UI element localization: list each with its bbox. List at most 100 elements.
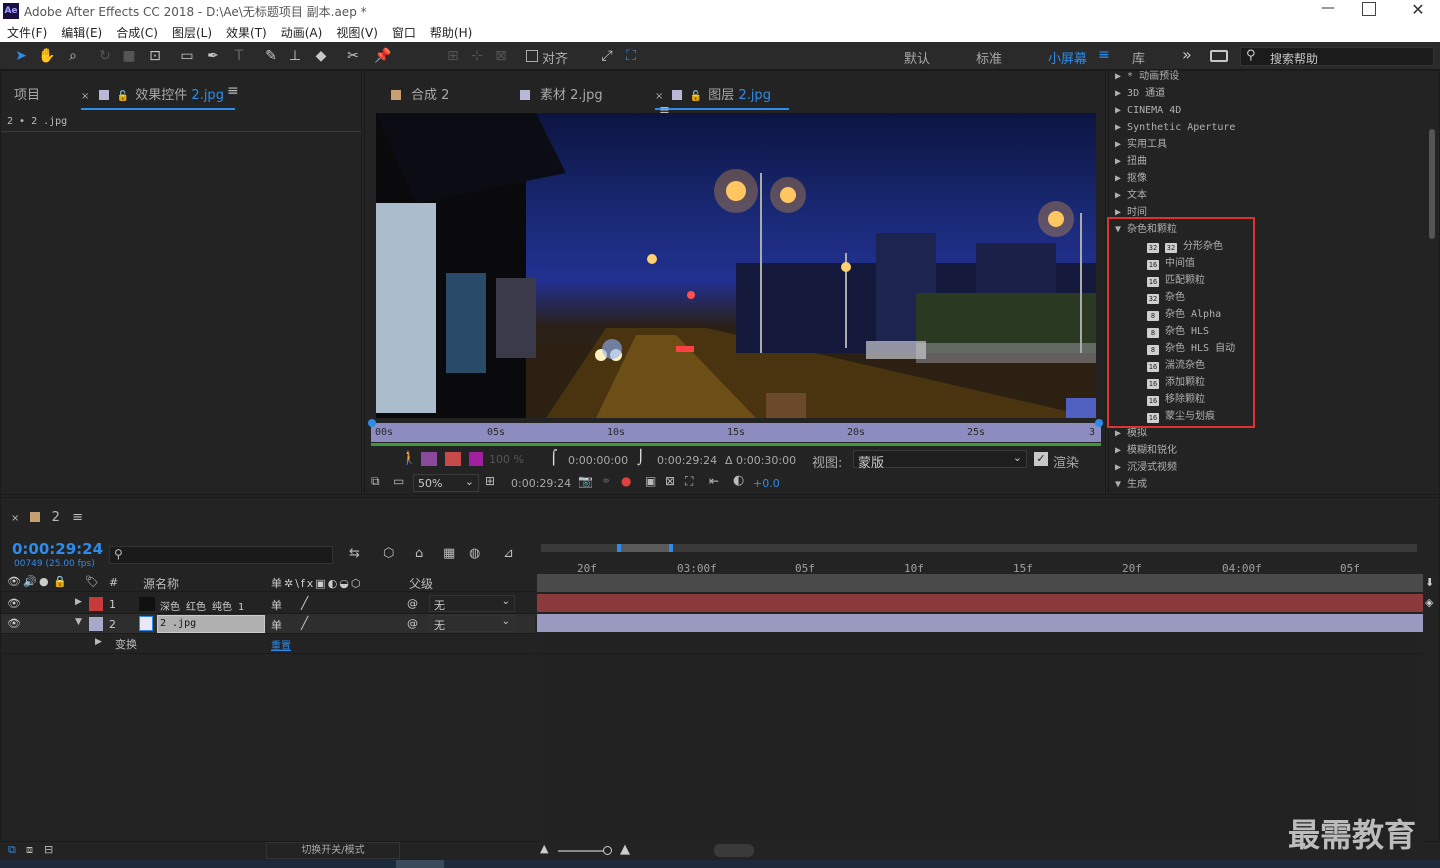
effect-category[interactable]: ▶ 文本 <box>1115 187 1435 204</box>
menu-composition[interactable]: 合成(C) <box>109 22 165 41</box>
work-area-track[interactable] <box>537 574 1423 592</box>
in-point-icon[interactable]: ⌠ <box>550 450 557 466</box>
exposure-icon[interactable]: ◐ <box>733 473 744 488</box>
reset-link[interactable]: 重置 <box>271 637 291 652</box>
channels-icon[interactable]: ● <box>621 474 631 488</box>
menu-animation[interactable]: 动画(A) <box>274 22 330 41</box>
layer-row-1[interactable]: 👁 ▶ 1 深色 红色 纯色 1 单 ╱ @ 无 ⌄ <box>1 594 535 614</box>
help-search-box[interactable]: ⚲ 搜索帮助 <box>1240 47 1434 66</box>
frame-blending-icon[interactable]: ▦ <box>443 546 455 561</box>
workspace-menu-icon[interactable]: ≡ <box>1098 47 1110 63</box>
motion-path-icon[interactable] <box>445 452 461 466</box>
show-snapshot-icon[interactable]: ⚭ <box>601 474 611 488</box>
snap-grid-icon[interactable]: ⛶ <box>622 47 640 65</box>
eraser-tool-icon[interactable]: ◆ <box>312 47 330 65</box>
workspace-default[interactable]: 默认 <box>904 48 930 67</box>
taskbar-item[interactable] <box>396 860 444 868</box>
lock-icon[interactable]: 🔓 <box>117 91 129 102</box>
zoom-dropdown[interactable]: 50% ⌄ <box>413 474 479 492</box>
parent-dropdown[interactable]: 无 ⌄ <box>429 615 515 632</box>
workspace-library[interactable]: 库 <box>1132 48 1145 67</box>
effects-scrollbar[interactable] <box>1429 129 1435 239</box>
navigator-range[interactable] <box>617 544 673 552</box>
time-in[interactable]: 0:00:00:00 <box>568 454 628 467</box>
zoom-slider-handle[interactable] <box>603 846 612 855</box>
panel-menu-icon[interactable]: ≡ <box>227 83 239 99</box>
region-of-interest-icon[interactable]: ▣ <box>645 474 656 488</box>
time-out[interactable]: 0:00:29:24 <box>657 454 717 467</box>
work-area-bar[interactable] <box>371 443 1101 446</box>
comp-button-icon[interactable]: ⬇ <box>1425 576 1434 589</box>
workspace-small-screen[interactable]: 小屏幕 <box>1048 48 1087 67</box>
composition-flowchart-icon[interactable]: ⇆ <box>349 546 360 561</box>
pickwhip-icon[interactable]: @ <box>407 597 418 610</box>
shy-layers-icon[interactable]: ⌂ <box>415 546 423 561</box>
menu-help[interactable]: 帮助(H) <box>423 22 479 41</box>
layer-preview-image[interactable] <box>376 113 1096 418</box>
tab-close-icon[interactable]: × <box>81 91 89 102</box>
effect-category[interactable]: ▶ 3D 通道 <box>1115 85 1435 102</box>
menu-file[interactable]: 文件(F) <box>0 22 54 41</box>
camera-snapshot-icon[interactable]: 📷 <box>578 474 593 488</box>
layer-row-2[interactable]: 👁 ▼ 2 2 .jpg 单 ╱ @ 无 ⌄ <box>1 614 535 634</box>
in-out-icon[interactable]: ⊟ <box>44 843 53 856</box>
onion-skin-icon[interactable] <box>421 452 437 466</box>
timeline-ruler[interactable]: 20f 03:00f 05f 10f 15f 20f 04:00f 05f <box>537 552 1423 575</box>
quality-switch[interactable]: ╱ <box>301 616 308 630</box>
selection-tool-icon[interactable]: ➤ <box>12 47 30 65</box>
zoom-slider[interactable] <box>558 850 608 852</box>
expand-arrow-icon[interactable]: ▶ <box>75 597 82 607</box>
rectangle-tool-icon[interactable]: ▭ <box>178 47 196 65</box>
effect-category[interactable]: ▶ 实用工具 <box>1115 136 1435 153</box>
fit-icon[interactable]: ⊞ <box>485 474 495 488</box>
graph-editor-icon[interactable]: ⊿ <box>503 546 514 561</box>
timecode[interactable]: 0:00:29:24 <box>12 540 103 558</box>
help-search-input[interactable]: 搜索帮助 <box>1270 50 1318 67</box>
tab-close-icon[interactable]: × <box>11 513 19 524</box>
layer-switches-icon[interactable]: ⧉ <box>8 843 16 857</box>
axis-local-icon[interactable]: ⊞ <box>444 47 462 65</box>
horizontal-scrollbar[interactable] <box>714 844 754 857</box>
maximize-icon[interactable] <box>1362 2 1376 16</box>
expand-arrow-icon[interactable]: ▶ <box>95 637 102 647</box>
effect-category[interactable]: ▶ * 动画预设 <box>1115 68 1435 85</box>
layer-label-color[interactable] <box>89 597 103 611</box>
layer-name[interactable]: 深色 红色 纯色 1 <box>160 598 244 613</box>
layer-2-bar[interactable] <box>537 614 1423 632</box>
roto-brush-tool-icon[interactable]: ✂ <box>344 47 362 65</box>
axis-view-icon[interactable]: ⊠ <box>492 47 510 65</box>
panel-menu-icon[interactable]: ≡ <box>72 510 83 525</box>
timeline-tab[interactable]: × 2 ≡ <box>11 510 83 525</box>
type-tool-icon[interactable]: T <box>230 47 248 65</box>
menu-edit[interactable]: 编辑(E) <box>54 22 109 41</box>
close-icon[interactable]: ✕ <box>1408 0 1428 22</box>
tab-footage[interactable]: 素材 2.jpg <box>520 84 603 103</box>
camera-tool-icon[interactable]: ■ <box>120 47 138 65</box>
eye-icon[interactable]: 👁 <box>7 597 21 610</box>
menu-effect[interactable]: 效果(T) <box>219 22 274 41</box>
shy-switch[interactable]: 单 <box>271 597 282 613</box>
exposure-value[interactable]: +0.0 <box>753 477 780 490</box>
transparency-grid-icon[interactable]: ⊠ <box>665 474 675 488</box>
layer-label-color[interactable] <box>89 617 103 631</box>
in-point-marker[interactable] <box>368 419 376 427</box>
effect-category[interactable]: ▼ 生成 <box>1115 476 1435 493</box>
effect-category[interactable]: ▶ 扭曲 <box>1115 153 1435 170</box>
tab-layer[interactable]: × 🔓 图层 2.jpg ≡ <box>655 84 789 118</box>
time-navigator[interactable] <box>541 544 1417 552</box>
minimize-icon[interactable]: — <box>1318 0 1338 22</box>
walk-icon[interactable]: 🚶 <box>401 451 417 466</box>
parent-dropdown[interactable]: 无 ⌄ <box>429 595 515 612</box>
always-preview-icon[interactable]: ⧉ <box>371 474 380 489</box>
layer-search-input[interactable]: ⚲ <box>109 546 333 564</box>
axis-world-icon[interactable]: ⊹ <box>468 47 486 65</box>
monitor-icon[interactable]: ▭ <box>393 474 404 488</box>
eye-icon[interactable]: 👁 <box>7 617 21 630</box>
render-checkbox[interactable]: ✓ <box>1034 452 1048 466</box>
draft-3d-icon[interactable]: ⬡ <box>383 546 394 561</box>
zoom-tool-icon[interactable]: ⌕ <box>64 47 82 65</box>
workspace-overflow-icon[interactable]: » <box>1182 45 1192 64</box>
effect-category[interactable]: ▶ 模糊和锐化 <box>1115 442 1435 459</box>
tab-effect-controls[interactable]: × 🔓 效果控件 2.jpg <box>81 84 235 110</box>
current-time[interactable]: 0:00:29:24 <box>511 477 571 490</box>
